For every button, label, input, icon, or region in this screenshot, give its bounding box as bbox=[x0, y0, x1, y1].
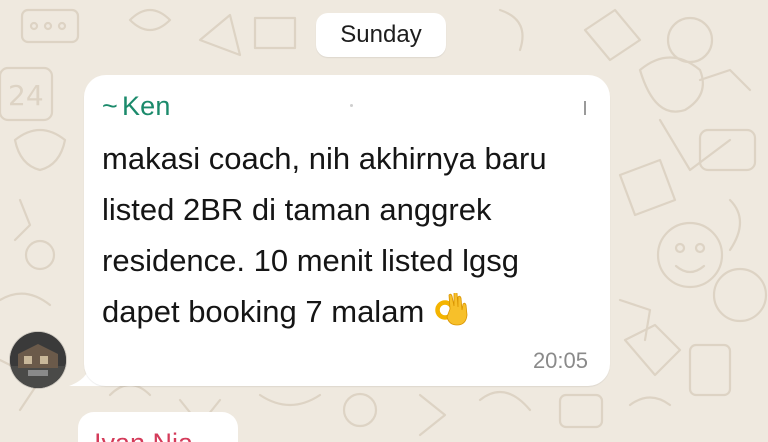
message-menu-indicator[interactable] bbox=[584, 101, 586, 115]
message-line: dapet booking 7 malam bbox=[102, 294, 425, 329]
sender-name[interactable]: ~ Ken bbox=[102, 91, 171, 122]
message-bubble[interactable]: ~ Ken makasi coach, nih akhirnya baru lis… bbox=[84, 75, 610, 386]
message-timestamp: 20:05 bbox=[532, 348, 588, 373]
message-text: makasi coach, nih akhirnya baru listed 2… bbox=[102, 133, 602, 337]
svg-text:24: 24 bbox=[8, 79, 44, 112]
date-separator-label: Sunday bbox=[340, 21, 422, 48]
message-line: listed 2BR di taman anggrek bbox=[102, 192, 492, 227]
redacted-mark bbox=[350, 104, 353, 107]
avatar-image bbox=[10, 332, 66, 388]
message-line: residence. 10 menit listed lgsg bbox=[102, 243, 520, 278]
date-separator: Sunday bbox=[316, 13, 446, 57]
message-line: makasi coach, nih akhirnya baru bbox=[102, 141, 547, 176]
sender-name-text: Ken bbox=[121, 91, 171, 121]
sender-avatar[interactable] bbox=[10, 332, 66, 388]
sender-prefix: ~ bbox=[102, 91, 118, 121]
ok-hand-icon bbox=[435, 293, 468, 326]
next-sender-name: Ivan Nia bbox=[94, 428, 193, 442]
next-message-bubble[interactable]: Ivan Nia bbox=[78, 412, 238, 442]
message-line-with-emoji: dapet booking 7 malam bbox=[102, 286, 602, 337]
